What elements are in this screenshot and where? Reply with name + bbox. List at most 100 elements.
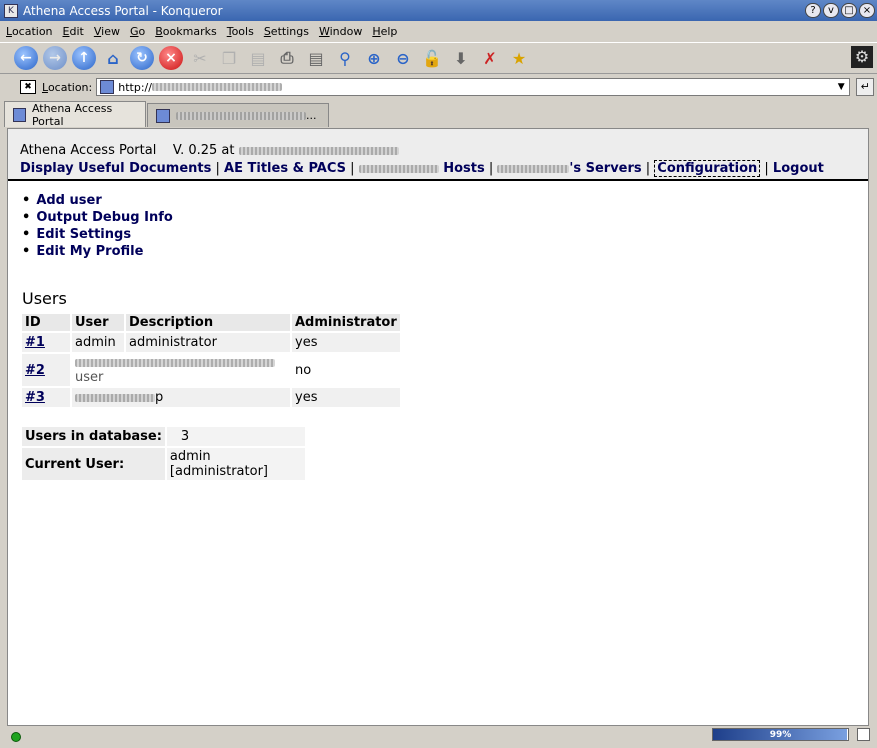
print-icon[interactable]: ⎙ <box>275 46 299 70</box>
url-input[interactable]: http:// ▼ <box>96 78 851 96</box>
col-user: User <box>72 314 124 331</box>
stats-table: Users in database: 3 Current User: admin… <box>20 425 307 482</box>
table-header-row: ID User Description Administrator <box>22 314 400 331</box>
menu-view[interactable]: View <box>94 25 120 38</box>
nav-ae-titles-pacs[interactable]: AE Titles & PACS <box>224 161 346 176</box>
stop-icon[interactable]: × <box>159 46 183 70</box>
gear-throbber-icon[interactable]: ⚙ <box>851 46 873 68</box>
col-description: Description <box>126 314 290 331</box>
forward-icon[interactable]: → <box>43 46 67 70</box>
tab-bar: Athena Access Portal ... <box>0 100 877 128</box>
menu-location[interactable]: Location <box>6 25 53 38</box>
menu-go[interactable]: Go <box>130 25 145 38</box>
nav-configuration[interactable]: Configuration <box>654 160 761 177</box>
redacted-user-info <box>75 358 275 367</box>
current-user-label: Current User: <box>22 448 165 480</box>
user-id-link[interactable]: #2 <box>25 363 45 378</box>
user-name-text: p <box>155 390 164 405</box>
download-icon[interactable]: ⬇ <box>449 46 473 70</box>
clear-location-icon[interactable]: ✖ <box>20 80 36 94</box>
bookmark-icon[interactable]: ★ <box>507 46 531 70</box>
nav-display-useful-documents[interactable]: Display Useful Documents <box>20 161 211 176</box>
page-favicon-icon <box>100 80 115 94</box>
view-link-checkbox[interactable] <box>857 728 870 741</box>
back-icon[interactable]: ← <box>14 46 38 70</box>
zoom-icon[interactable]: ⚲ <box>333 46 357 70</box>
tab-second[interactable]: ... <box>147 103 329 127</box>
users-in-db-value: 3 <box>166 427 305 446</box>
go-button[interactable]: ↵ <box>856 78 875 96</box>
output-debug-info-link[interactable]: Output Debug Info <box>22 210 854 225</box>
user-id-cell: #3 <box>22 388 70 407</box>
user-id-cell: #1 <box>22 333 70 352</box>
up-icon[interactable]: ↑ <box>72 46 96 70</box>
add-user-link[interactable]: Add user <box>22 193 854 208</box>
current-user-value: admin [administrator] <box>166 448 305 480</box>
paste-icon[interactable]: ▤ <box>246 46 270 70</box>
menu-settings[interactable]: Settings <box>264 25 309 38</box>
edit-my-profile-link[interactable]: Edit My Profile <box>22 244 854 259</box>
window-title: Athena Access Portal - Konqueror <box>23 3 223 18</box>
page-header: Athena Access Portal V. 0.25 at Display … <box>8 129 868 181</box>
web-content: Athena Access Portal V. 0.25 at Display … <box>7 128 869 726</box>
konqueror-app-icon[interactable]: K <box>4 3 18 18</box>
tab-athena-access-portal[interactable]: Athena Access Portal <box>4 101 146 128</box>
nav-hosts[interactable]: Hosts <box>358 161 485 176</box>
page-content: Add user Output Debug Info Edit Settings… <box>8 181 868 492</box>
maximize-window-button[interactable]: □ <box>841 3 857 18</box>
users-table: ID User Description Administrator #1 adm… <box>20 312 402 409</box>
user-admin-cell: yes <box>292 388 400 407</box>
tab-label: ... <box>306 109 317 122</box>
user-admin-cell: no <box>292 354 400 386</box>
user-description-text: user <box>75 370 104 385</box>
user-admin-cell: yes <box>292 333 400 352</box>
minimize-window-button[interactable]: v <box>823 3 839 18</box>
copy-icon[interactable]: ❐ <box>217 46 241 70</box>
nav-logout[interactable]: Logout <box>773 161 824 176</box>
menu-tools[interactable]: Tools <box>227 25 254 38</box>
user-id-link[interactable]: #1 <box>25 335 45 350</box>
menubar: Location Edit View Go Bookmarks Tools Se… <box>0 21 877 41</box>
cut-icon[interactable]: ✂ <box>188 46 212 70</box>
location-bar: ✖ Location: http:// ▼ ↵ <box>0 75 877 99</box>
zoom-out-icon[interactable]: ⊖ <box>391 46 415 70</box>
connection-status-icon <box>11 732 21 742</box>
progress-text: 99% <box>769 730 792 740</box>
edit-settings-link[interactable]: Edit Settings <box>22 227 854 242</box>
user-id-link[interactable]: #3 <box>25 390 45 405</box>
stats-row: Users in database: 3 <box>22 427 305 446</box>
reload-icon[interactable]: ↻ <box>130 46 154 70</box>
zoom-in-icon[interactable]: ⊕ <box>362 46 386 70</box>
menu-edit[interactable]: Edit <box>63 25 84 38</box>
status-bar: 99% <box>0 726 877 748</box>
tab-label: Athena Access Portal <box>31 101 113 128</box>
menu-help[interactable]: Help <box>372 25 397 38</box>
stats-row: Current User: admin [administrator] <box>22 448 305 480</box>
redacted-user-name <box>75 393 155 402</box>
lock-icon[interactable]: 🔓 <box>420 46 444 70</box>
menu-window[interactable]: Window <box>319 25 362 38</box>
table-row: #1 admin administrator yes <box>22 333 400 352</box>
url-dropdown-icon[interactable]: ▼ <box>834 80 848 94</box>
print-frame-icon[interactable]: ▤ <box>304 46 328 70</box>
redacted-servers-prefix <box>497 164 570 173</box>
nav-servers[interactable]: 's Servers <box>497 161 642 176</box>
main-toolbar: ← → ↑ ⌂ ↻ × ✂ ❐ ▤ ⎙ ▤ ⚲ ⊕ ⊖ 🔓 ⬇ ✗ ★ ⚙ <box>0 42 877 74</box>
version-text: V. 0.25 at <box>172 143 235 158</box>
redacted-tab-title <box>176 111 306 120</box>
user-name-description-cell: p <box>72 388 290 407</box>
load-progress-bar: 99% <box>712 728 849 741</box>
main-nav: Display Useful Documents | AE Titles & P… <box>20 160 824 177</box>
action-list: Add user Output Debug Info Edit Settings… <box>22 193 854 259</box>
menu-bookmarks[interactable]: Bookmarks <box>155 25 216 38</box>
home-icon[interactable]: ⌂ <box>101 46 125 70</box>
redacted-host <box>151 83 282 91</box>
security-icon[interactable]: ✗ <box>478 46 502 70</box>
col-administrator: Administrator <box>292 314 400 331</box>
user-name-cell: admin <box>72 333 124 352</box>
close-window-button[interactable]: × <box>859 3 875 18</box>
redacted-hosts-prefix <box>358 164 439 173</box>
help-window-button[interactable]: ? <box>805 3 821 18</box>
users-heading: Users <box>22 289 67 308</box>
url-text: http:// <box>118 80 152 94</box>
